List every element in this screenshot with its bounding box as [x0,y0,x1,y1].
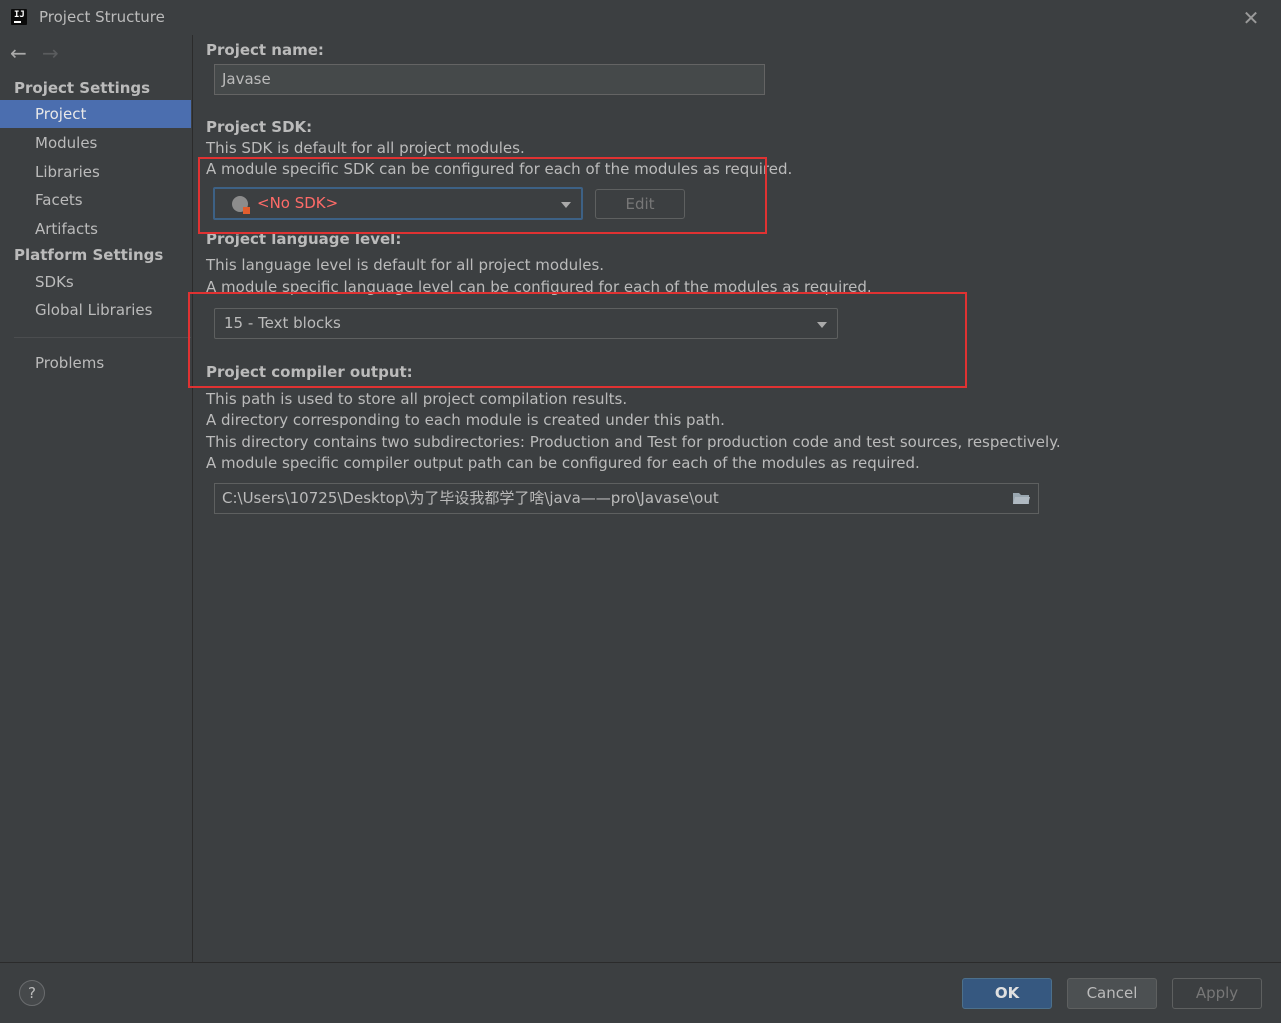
language-level-label: Project language level: [206,230,402,248]
compiler-output-label: Project compiler output: [206,363,413,381]
sidebar-divider [14,337,191,338]
cancel-button[interactable]: Cancel [1067,978,1157,1009]
chevron-down-icon [561,202,571,208]
language-description-1: This language level is default for all p… [206,256,605,274]
sdk-globe-icon [232,196,250,214]
folder-icon[interactable] [1012,491,1030,505]
project-name-label: Project name: [206,41,324,59]
compiler-description-3: This directory contains two subdirectori… [206,433,1061,451]
apply-button[interactable]: Apply [1172,978,1262,1009]
chevron-down-icon [817,322,827,328]
compiler-description-1: This path is used to store all project c… [206,390,628,408]
help-button[interactable]: ? [19,980,45,1006]
sidebar-item-modules[interactable]: Modules [0,129,191,157]
edit-sdk-button[interactable]: Edit [595,189,685,219]
sidebar-item-problems[interactable]: Problems [0,349,191,377]
sidebar-item-project[interactable]: Project [0,100,191,128]
close-icon[interactable]: ✕ [1241,8,1261,28]
dialog-footer: ? OK Cancel Apply [0,962,1281,1023]
sdk-selected-value: <No SDK> [257,194,339,212]
arrow-right-icon[interactable]: → [42,41,59,65]
sidebar-item-sdks[interactable]: SDKs [0,268,191,296]
arrow-left-icon[interactable]: ← [10,41,27,65]
project-settings-title: Project Settings [14,79,151,97]
sidebar-item-libraries[interactable]: Libraries [0,158,191,186]
language-level-dropdown[interactable]: 15 - Text blocks [214,308,838,339]
sidebar: ← → Project Settings Project Modules Lib… [0,35,193,962]
language-description-2: A module specific language level can be … [206,278,872,296]
compiler-output-path-field[interactable]: C:\Users\10725\Desktop\为了毕设我都学了啥\java——p… [214,483,1039,514]
project-name-field[interactable]: Javase [214,64,765,95]
compiler-description-2: A directory corresponding to each module… [206,411,725,429]
sidebar-item-global-libraries[interactable]: Global Libraries [0,296,191,324]
window-title: Project Structure [39,8,165,26]
sidebar-item-artifacts[interactable]: Artifacts [0,215,191,243]
sdk-dropdown[interactable]: <No SDK> [213,187,583,220]
compiler-description-4: A module specific compiler output path c… [206,454,920,472]
intellij-idea-icon: IJ [9,7,29,27]
sidebar-item-facets[interactable]: Facets [0,186,191,214]
platform-settings-title: Platform Settings [14,246,164,264]
title-bar: IJ Project Structure ✕ [0,0,1281,35]
project-settings-panel: Project name: Javase Project SDK: This S… [193,35,1281,962]
compiler-output-path: C:\Users\10725\Desktop\为了毕设我都学了啥\java——p… [222,489,719,507]
language-level-value: 15 - Text blocks [224,314,341,332]
sdk-description-1: This SDK is default for all project modu… [206,139,525,157]
ok-button[interactable]: OK [962,978,1052,1009]
project-sdk-label: Project SDK: [206,118,313,136]
sdk-description-2: A module specific SDK can be configured … [206,160,793,178]
